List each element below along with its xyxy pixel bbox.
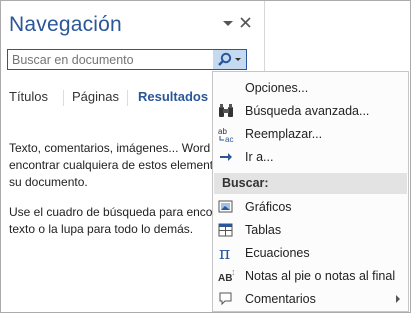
help-line: su documento.	[9, 175, 88, 189]
help-paragraph-1: Texto, comentarios, imágenes... Word enc…	[9, 140, 213, 191]
tab-separator	[127, 90, 128, 106]
tab-separator	[63, 90, 64, 106]
search-button[interactable]	[213, 50, 246, 69]
tab-paginas[interactable]: Páginas	[72, 89, 119, 104]
svg-text:AB: AB	[218, 273, 232, 284]
help-line: texto o la lupa para todo lo demás.	[9, 222, 194, 236]
menu-item-opciones[interactable]: Opciones...	[213, 76, 408, 100]
close-pane-button[interactable]	[239, 15, 253, 31]
menu-item-label: Notas al pie o notas al final	[245, 269, 396, 283]
menu-item-label: Comentarios	[245, 292, 316, 306]
footnote-icon: AB 1	[218, 270, 234, 284]
help-paragraph-2: Use el cuadro de búsqueda para encon tex…	[9, 204, 213, 238]
menu-item-label: Reemplazar...	[245, 127, 323, 141]
menu-item-reemplazar[interactable]: ab ac Reemplazar...	[213, 122, 408, 146]
menu-item-label: Opciones...	[245, 81, 309, 95]
help-line: encontrar cualquiera de estos elemento	[9, 158, 213, 172]
binoculars-icon	[219, 104, 233, 117]
svg-text:ac: ac	[225, 135, 233, 142]
svg-text:1: 1	[232, 270, 234, 277]
pi-icon: π	[219, 245, 230, 261]
menu-section-header: Buscar:	[214, 173, 407, 194]
triangle-down-icon	[223, 21, 233, 26]
table-icon	[218, 223, 233, 237]
menu-item-comentarios[interactable]: Comentarios	[213, 287, 408, 311]
menu-item-label: Ir a...	[245, 150, 274, 164]
help-line: Use el cuadro de búsqueda para encon	[9, 205, 213, 219]
close-icon	[240, 17, 251, 28]
svg-text:π: π	[219, 245, 230, 261]
menu-item-ir-a[interactable]: Ir a...	[213, 145, 408, 169]
menu-item-label: Gráficos	[245, 200, 292, 214]
tab-resultados[interactable]: Resultados	[138, 89, 208, 104]
replace-icon: ab ac	[218, 127, 233, 142]
magnifier-icon	[218, 52, 241, 66]
search-box	[7, 49, 247, 70]
pane-title: Navegación	[9, 13, 122, 36]
arrow-right-icon	[220, 153, 232, 161]
menu-item-notas-al-pie[interactable]: AB 1 Notas al pie o notas al final	[213, 264, 408, 288]
menu-item-label: Ecuaciones	[245, 246, 310, 260]
graphics-icon	[218, 200, 233, 213]
search-input[interactable]	[8, 50, 213, 69]
tab-titulos[interactable]: Títulos	[9, 89, 48, 104]
menu-item-label: Búsqueda avanzada...	[245, 104, 370, 118]
menu-item-graficos[interactable]: Gráficos	[213, 195, 408, 219]
comment-icon	[219, 292, 232, 306]
submenu-arrow-icon	[396, 295, 400, 303]
help-line: Texto, comentarios, imágenes... Word	[9, 141, 211, 155]
search-options-menu: Opciones... Búsqueda avanzada... ab ac R…	[212, 71, 409, 312]
menu-item-label: Tablas	[245, 223, 282, 237]
pane-options-button[interactable]	[221, 15, 235, 31]
menu-item-ecuaciones[interactable]: π Ecuaciones	[213, 241, 408, 265]
menu-item-busqueda-avanzada[interactable]: Búsqueda avanzada...	[213, 99, 408, 123]
menu-item-tablas[interactable]: Tablas	[213, 218, 408, 242]
section-header-label: Buscar:	[222, 176, 269, 190]
